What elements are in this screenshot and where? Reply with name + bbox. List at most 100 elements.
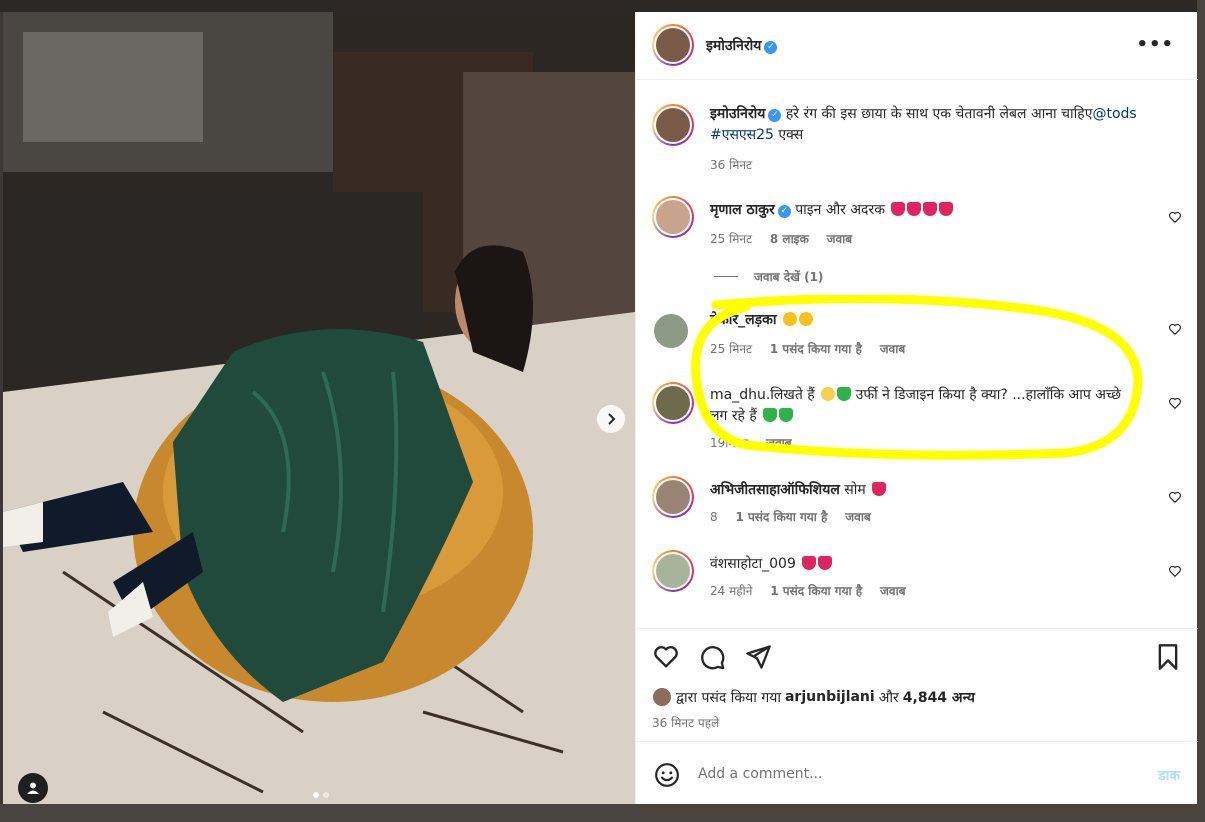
comment-meta: 25 मिनट 1 पसंद किया गया है जवाब <box>710 340 919 357</box>
red-heart-icon <box>907 202 922 216</box>
reply-button[interactable]: जवाब <box>827 232 853 246</box>
post-header: इमोउनिरोय ✓ ••• <box>636 12 1198 80</box>
comment-item: बेकार_लड़का 25 मिनट 1 पसंद किया गया है ज… <box>650 312 1190 362</box>
comment-meta: 25 मिनट 8 लाइक जवाब <box>710 230 866 247</box>
like-comment-heart-icon[interactable] <box>1168 564 1182 578</box>
verified-badge-icon: ✓ <box>768 109 782 122</box>
caption-username[interactable]: इमोउनिरोय <box>710 106 765 122</box>
view-replies-button[interactable]: जवाब देखें (1) <box>714 268 823 285</box>
liker-avatar[interactable] <box>652 687 672 707</box>
comment-text: वंशसाहोटा_009 <box>710 554 1140 575</box>
reply-button[interactable]: जवाब <box>766 436 792 450</box>
author-username[interactable]: इमोउनिरोय ✓ <box>706 36 778 55</box>
carousel-dot <box>323 792 329 798</box>
like-heart-icon[interactable] <box>652 643 680 671</box>
liked-by-prefix: द्वारा पसंद किया गया <box>676 689 781 706</box>
reply-button[interactable]: जवाब <box>880 584 906 598</box>
comment-bubble-icon[interactable] <box>698 643 726 671</box>
comment-time: 25 मिनट <box>710 232 753 246</box>
author-name-text[interactable]: इमोउनिरोय <box>706 38 761 54</box>
comment-item: मृणाल ठाकुर ✓ पाइन और अदरक 25 मिनट 8 लाइक… <box>650 196 1190 256</box>
red-heart-icon <box>818 556 833 570</box>
caption-mention-link[interactable]: @tods <box>1092 106 1136 122</box>
comment-time: 19मिनट <box>710 436 749 450</box>
like-comment-heart-icon[interactable] <box>1168 490 1182 504</box>
more-options-button[interactable]: ••• <box>1136 34 1174 55</box>
photo-illustration <box>3 12 635 804</box>
caption-time: 36 मिनट <box>710 158 753 172</box>
caption-suffix: एक्स <box>778 127 804 143</box>
comment-item: अभिजीतसाहाऑफिशियल सोम 8 1 पसंद किया गया … <box>650 476 1190 526</box>
user-icon <box>27 782 39 794</box>
comment-likes-link[interactable]: 1 पसंद किया गया है <box>735 510 827 524</box>
comment-avatar[interactable] <box>652 312 690 350</box>
post-comment-button[interactable]: डाक <box>1158 766 1180 785</box>
comment-username[interactable]: बेकार_लड़का <box>710 312 776 328</box>
reply-button[interactable]: जवाब <box>880 342 906 356</box>
backdrop-bottom <box>0 804 1205 822</box>
screen-frame: इमोउनिरोय ✓ ••• इमोउनिरोय ✓ हरे रंग की इस … <box>0 0 1205 822</box>
green-heart-icon <box>779 408 794 422</box>
like-comment-heart-icon[interactable] <box>1168 322 1182 336</box>
comment-item: वंशसाहोटा_009 24 महीने 1 पसंद किया गया ह… <box>650 550 1190 600</box>
emoji-picker-icon[interactable] <box>654 762 680 788</box>
post-detail-panel: इमोउनिरोय ✓ ••• इमोउनिरोय ✓ हरे रंग की इस … <box>635 12 1198 804</box>
comment-item: ma_dhu.लिखते हैं उर्फी ने डिजाइन किया है… <box>650 382 1190 452</box>
heart-eyes-emoji-icon <box>798 312 813 326</box>
green-heart-icon <box>763 408 778 422</box>
red-heart-icon <box>891 202 906 216</box>
comment-meta: 8 1 पसंद किया गया है जवाब <box>710 508 885 525</box>
verified-badge-icon: ✓ <box>777 205 791 218</box>
post-time[interactable]: 36 मिनट पहले <box>652 714 719 731</box>
liked-by-and: और <box>878 689 899 706</box>
comment-username[interactable]: वंशसाहोटा_009 <box>710 556 796 572</box>
comment-likes-link[interactable]: 1 पसंद किया गया है <box>770 584 862 598</box>
red-heart-icon <box>939 202 954 216</box>
caption-text: इमोउनिरोय ✓ हरे रंग की इस छाया के साथ एक … <box>710 104 1140 146</box>
comment-username[interactable]: अभिजीतसाहाऑफिशियल <box>710 482 840 498</box>
like-comment-heart-icon[interactable] <box>1168 396 1182 410</box>
caption-avatar[interactable] <box>652 104 694 146</box>
comment-time: 8 <box>710 510 718 524</box>
liked-by-user-link[interactable]: arjunbijlani <box>785 689 875 705</box>
share-paper-plane-icon[interactable] <box>744 643 772 671</box>
post-photo[interactable] <box>3 12 635 804</box>
reply-button[interactable]: जवाब <box>845 510 871 524</box>
comment-username[interactable]: ma_dhu.लिखते हैं <box>710 387 815 403</box>
verified-badge-icon: ✓ <box>764 41 778 54</box>
like-comment-heart-icon[interactable] <box>1168 210 1182 224</box>
liked-by-count-link[interactable]: 4,844 अन्य <box>903 688 975 707</box>
comment-avatar[interactable] <box>652 550 694 592</box>
post-actions-bar: द्वारा पसंद किया गया arjunbijlani और 4,844 … <box>636 628 1198 741</box>
caption-hashtag-link[interactable]: #एसएस25 <box>710 127 774 143</box>
comment-likes-link[interactable]: 1 पसंद किया गया है <box>770 342 862 356</box>
caption-meta: 36 मिनट <box>710 156 766 173</box>
comment-username[interactable]: मृणाल ठाकुर <box>710 202 775 218</box>
laughing-emoji-icon <box>821 387 836 401</box>
backdrop-top <box>0 0 1205 12</box>
liked-by-summary: द्वारा पसंद किया गया arjunbijlani और 4,844 … <box>652 687 975 707</box>
red-heart-icon <box>802 556 817 570</box>
carousel-next-button[interactable] <box>597 405 625 433</box>
comment-text: मृणाल ठाकुर ✓ पाइन और अदरक <box>710 200 1140 221</box>
comment-text: बेकार_लड़का <box>710 310 1140 331</box>
comment-likes-link[interactable]: 8 लाइक <box>770 232 809 246</box>
comment-body: सोम <box>844 482 866 498</box>
comment-meta: 24 महीने 1 पसंद किया गया है जवाब <box>710 582 920 599</box>
comment-input[interactable] <box>698 761 1128 787</box>
caption: इमोउनिरोय ✓ हरे रंग की इस छाया के साथ एक … <box>650 104 1190 174</box>
comment-avatar[interactable] <box>652 196 694 238</box>
author-avatar[interactable] <box>652 24 694 66</box>
comment-avatar[interactable] <box>652 476 694 518</box>
comment-body: पाइन और अदरक <box>795 202 885 218</box>
comments-list: इमोउनिरोय ✓ हरे रंग की इस छाया के साथ एक … <box>636 80 1198 628</box>
comment-text: ma_dhu.लिखते हैं उर्फी ने डिजाइन किया है… <box>710 385 1130 427</box>
comment-text: अभिजीतसाहाऑफिशियल सोम <box>710 480 1140 501</box>
comment-avatar[interactable] <box>652 382 694 424</box>
caption-body: हरे रंग की इस छाया के साथ एक चेतावनी लेब… <box>785 106 1093 122</box>
tagged-users-button[interactable] <box>18 773 48 803</box>
red-heart-icon <box>872 482 887 496</box>
comment-meta: 19मिनट जवाब <box>710 434 806 451</box>
save-bookmark-icon[interactable] <box>1154 643 1182 671</box>
red-heart-icon <box>923 202 938 216</box>
